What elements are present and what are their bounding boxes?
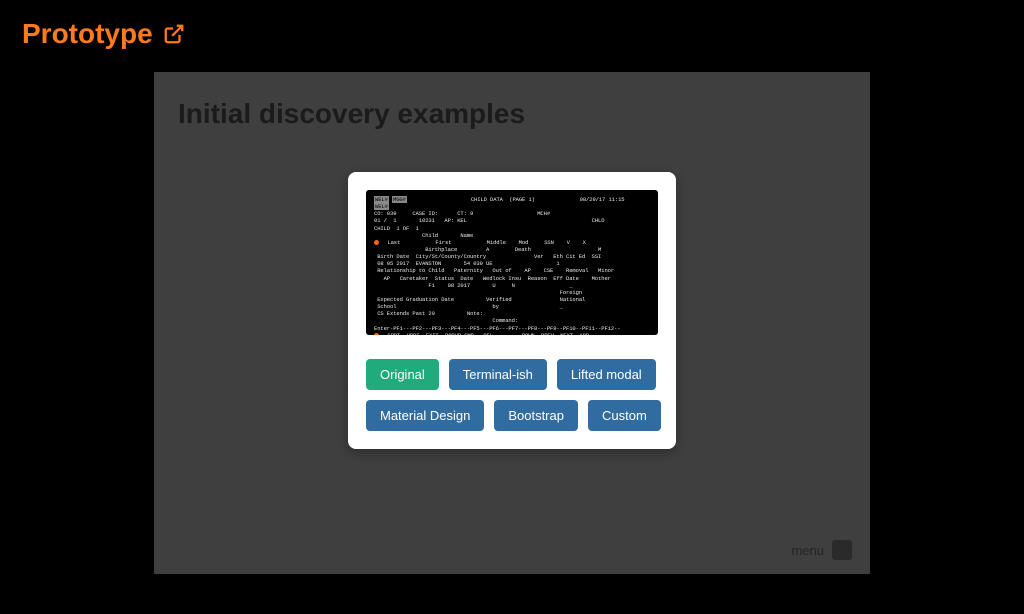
modal-card: WEL# MGG# CHILD DATA (PAGE 1) 08/29/17 1…: [348, 172, 676, 449]
slide: Initial discovery examples WEL# MGG# CHI…: [154, 72, 870, 574]
footer-menu[interactable]: menu: [791, 540, 852, 560]
terminal-ish-button[interactable]: Terminal-ish: [449, 359, 547, 390]
slide-title: Initial discovery examples: [178, 98, 525, 130]
custom-button[interactable]: Custom: [588, 400, 661, 431]
material-design-button[interactable]: Material Design: [366, 400, 484, 431]
external-link-icon: [163, 23, 185, 45]
prototype-link[interactable]: Prototype: [22, 18, 185, 50]
prototype-link-text: Prototype: [22, 18, 153, 50]
terminal-screenshot: WEL# MGG# CHILD DATA (PAGE 1) 08/29/17 1…: [366, 190, 658, 335]
button-row-1: Original Terminal-ish Lifted modal: [366, 359, 658, 390]
bootstrap-button[interactable]: Bootstrap: [494, 400, 578, 431]
button-row-2: Material Design Bootstrap Custom: [366, 400, 658, 431]
menu-icon: [832, 540, 852, 560]
button-group: Original Terminal-ish Lifted modal Mater…: [366, 359, 658, 431]
footer-menu-label: menu: [791, 543, 824, 558]
lifted-modal-button[interactable]: Lifted modal: [557, 359, 656, 390]
original-button[interactable]: Original: [366, 359, 439, 390]
